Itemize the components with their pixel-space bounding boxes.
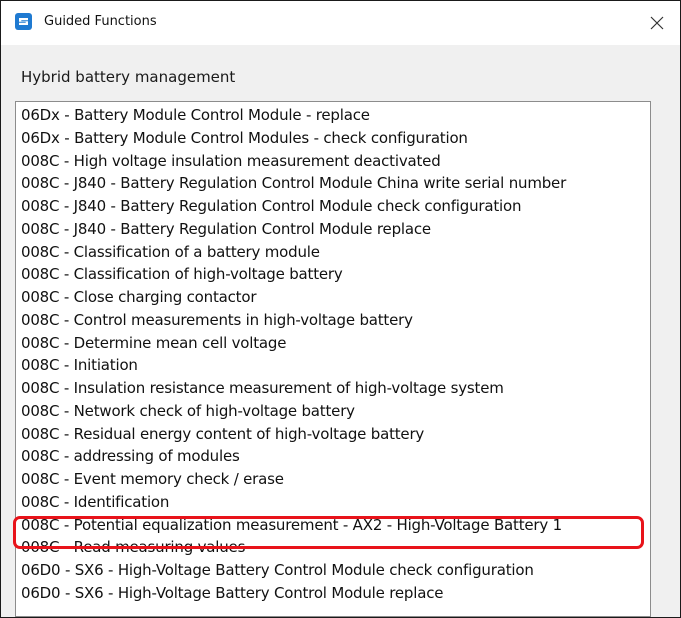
list-item[interactable]: 008C - Determine mean cell voltage bbox=[16, 332, 650, 355]
close-icon bbox=[650, 16, 664, 30]
functions-listbox[interactable]: 06Dx - Battery Module Control Module - r… bbox=[15, 101, 651, 617]
list-item[interactable]: 06Dx - Battery Module Control Module - r… bbox=[16, 104, 650, 127]
list-item[interactable]: 008C - Initiation bbox=[16, 354, 650, 377]
list-item[interactable]: 008C - Classification of high-voltage ba… bbox=[16, 263, 650, 286]
guided-functions-window: Guided Functions Hybrid battery manageme… bbox=[0, 0, 681, 618]
list-item[interactable]: 008C - Potential equalization measuremen… bbox=[16, 514, 650, 537]
list-item[interactable]: 008C - J840 - Battery Regulation Control… bbox=[16, 218, 650, 241]
window-title: Guided Functions bbox=[44, 14, 157, 29]
list-item[interactable]: 008C - Control measurements in high-volt… bbox=[16, 309, 650, 332]
list-item[interactable]: 008C - Residual energy content of high-v… bbox=[16, 423, 650, 446]
list-item[interactable]: 008C - Insulation resistance measurement… bbox=[16, 377, 650, 400]
close-button[interactable] bbox=[634, 1, 680, 45]
list-item[interactable]: 06D0 - SX6 - High-Voltage Battery Contro… bbox=[16, 582, 650, 605]
list-item[interactable]: 008C - J840 - Battery Regulation Control… bbox=[16, 172, 650, 195]
functions-list: 06Dx - Battery Module Control Module - r… bbox=[16, 104, 650, 605]
list-item[interactable]: 06Dx - Battery Module Control Modules - … bbox=[16, 127, 650, 150]
list-item[interactable]: 008C - Classification of a battery modul… bbox=[16, 241, 650, 264]
list-item[interactable]: 008C - addressing of modules bbox=[16, 445, 650, 468]
app-logo-icon bbox=[15, 13, 32, 30]
list-item[interactable]: 008C - Identification bbox=[16, 491, 650, 514]
list-item[interactable]: 008C - Close charging contactor bbox=[16, 286, 650, 309]
list-item[interactable]: 008C - J840 - Battery Regulation Control… bbox=[16, 195, 650, 218]
title-bar: Guided Functions bbox=[1, 1, 680, 45]
list-item[interactable]: 06D0 - SX6 - High-Voltage Battery Contro… bbox=[16, 559, 650, 582]
section-label: Hybrid battery management bbox=[21, 68, 236, 86]
list-item[interactable]: 008C - Event memory check / erase bbox=[16, 468, 650, 491]
list-item[interactable]: 008C - Read measuring values bbox=[16, 536, 650, 559]
list-item[interactable]: 008C - High voltage insulation measureme… bbox=[16, 150, 650, 173]
list-item[interactable]: 008C - Network check of high-voltage bat… bbox=[16, 400, 650, 423]
